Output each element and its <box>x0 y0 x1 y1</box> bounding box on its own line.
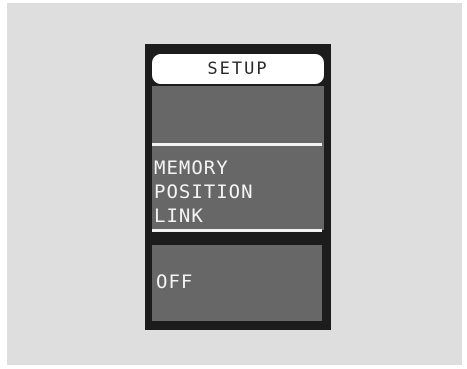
setting-value: OFF <box>156 271 194 293</box>
menu-divider-top <box>152 143 322 146</box>
menu-item-line-link: LINK <box>154 205 204 227</box>
menu-divider-bottom <box>152 229 322 232</box>
menu-item-line-position: POSITION <box>154 181 254 203</box>
setup-header: SETUP <box>152 54 324 84</box>
setup-header-label: SETUP <box>207 59 269 79</box>
menu-item-line-memory: MEMORY <box>154 157 229 179</box>
